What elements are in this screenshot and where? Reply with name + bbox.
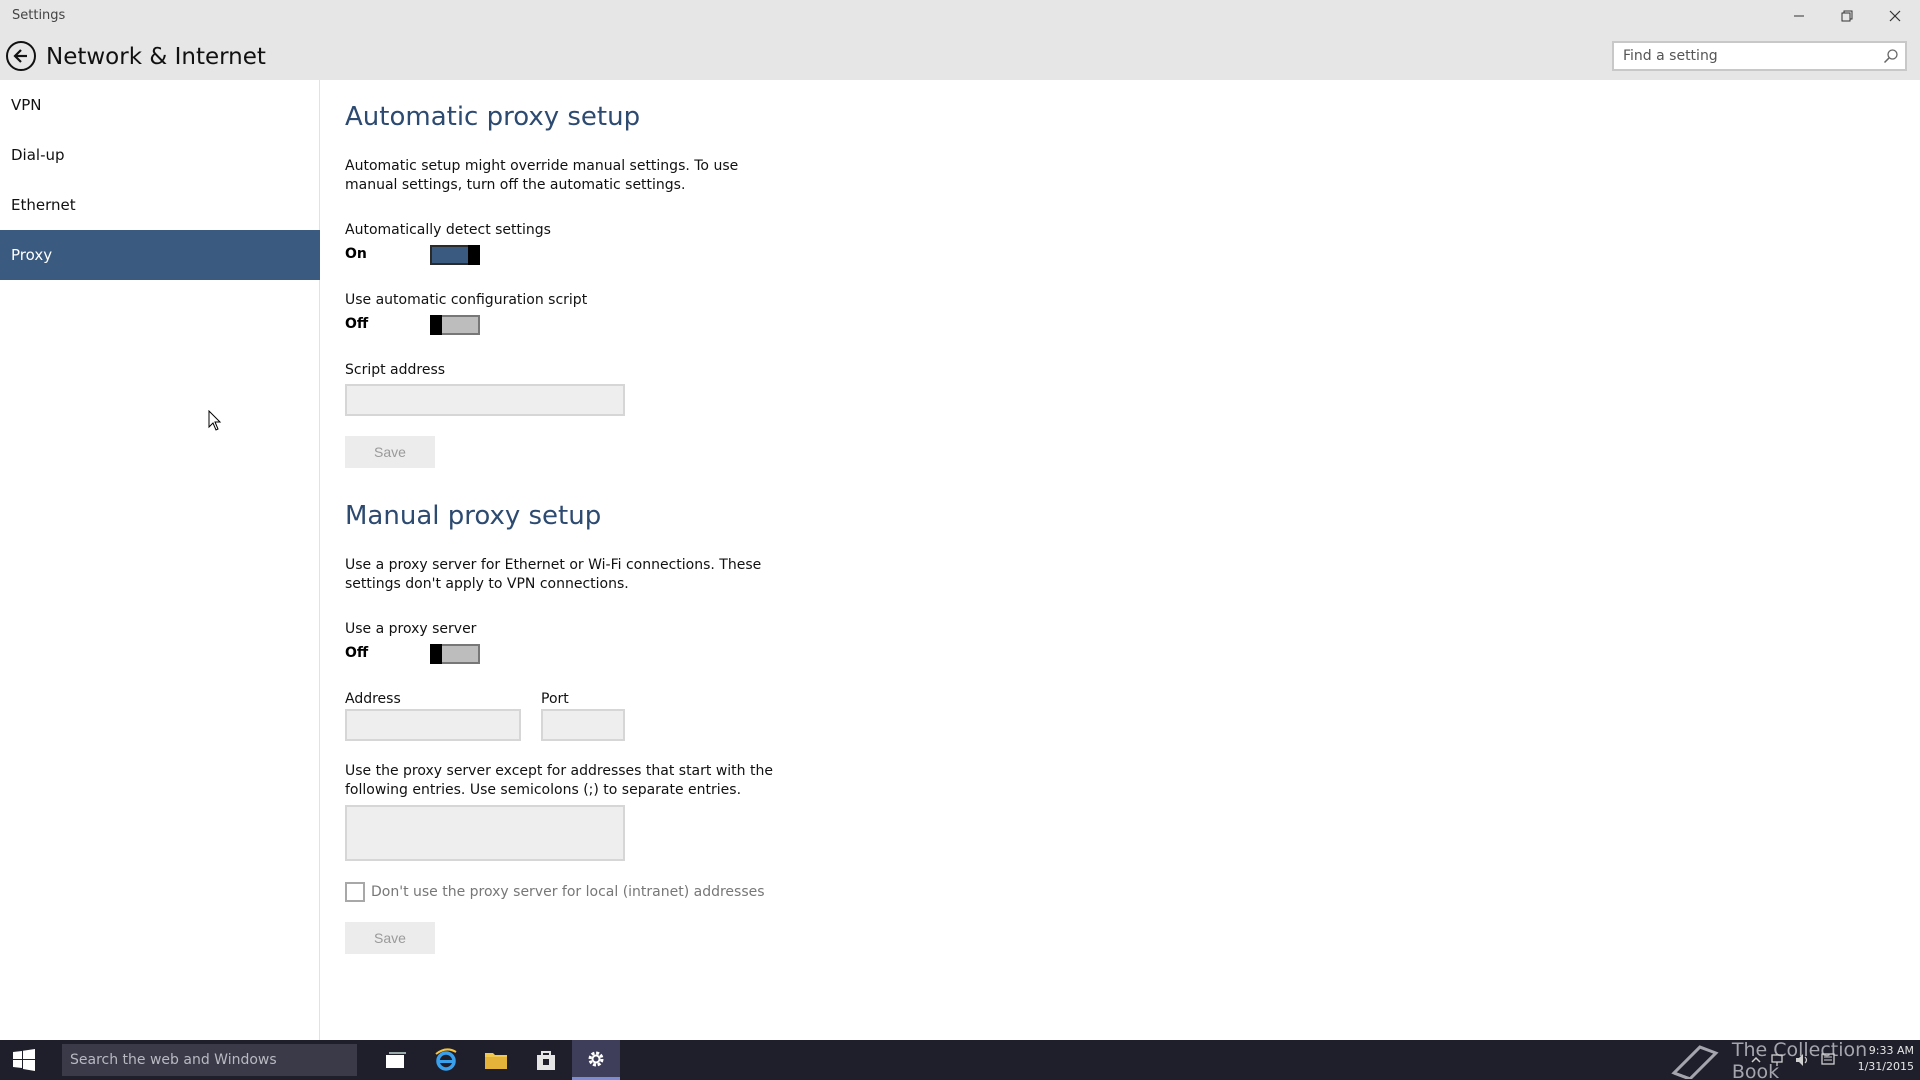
- toggle-knob: [430, 315, 442, 335]
- action-center-icon[interactable]: [1820, 1052, 1836, 1068]
- find-setting-search[interactable]: [1612, 41, 1907, 71]
- gear-icon: [588, 1051, 604, 1066]
- use-proxy-toggle[interactable]: [430, 644, 480, 664]
- sidebar-item-vpn[interactable]: VPN: [0, 80, 320, 130]
- find-setting-input[interactable]: [1614, 43, 1872, 69]
- config-script-state: Off: [345, 316, 369, 332]
- detect-settings-label: Automatically detect settings: [345, 222, 551, 238]
- internet-explorer-icon: [435, 1048, 457, 1071]
- automatic-proxy-heading: Automatic proxy setup: [345, 102, 641, 132]
- taskbar-search-input[interactable]: [62, 1044, 357, 1076]
- close-button[interactable]: [1872, 0, 1918, 32]
- page-title: Network & Internet: [46, 44, 266, 70]
- sidebar-item-proxy[interactable]: Proxy: [0, 230, 320, 280]
- address-field[interactable]: [345, 709, 521, 741]
- use-proxy-state: Off: [345, 645, 369, 661]
- back-arrow-icon: [13, 49, 27, 63]
- port-input[interactable]: [543, 711, 623, 739]
- toggle-knob: [468, 245, 480, 265]
- sidebar-item-label: VPN: [11, 96, 42, 114]
- network-icon[interactable]: [1770, 1052, 1786, 1068]
- detect-settings-toggle[interactable]: [430, 245, 480, 265]
- script-address-input[interactable]: [347, 386, 623, 414]
- file-explorer-button[interactable]: [472, 1040, 520, 1080]
- config-script-label: Use automatic configuration script: [345, 292, 588, 308]
- clock-time: 9:33 AM: [1868, 1044, 1914, 1057]
- script-address-label: Script address: [345, 362, 446, 378]
- minimize-icon: [1794, 15, 1804, 17]
- taskbar-clock[interactable]: 9:33 AM 1/31/2015: [1838, 1043, 1914, 1075]
- sidebar-item-label: Proxy: [11, 246, 53, 264]
- volume-icon[interactable]: [1794, 1052, 1810, 1068]
- folder-icon: [485, 1053, 507, 1069]
- manual-proxy-description: Use a proxy server for Ethernet or Wi-Fi…: [345, 557, 762, 592]
- header-bar: Network & Internet: [0, 32, 1920, 80]
- task-view-icon: [386, 1052, 406, 1068]
- port-label: Port: [541, 691, 569, 707]
- windows-logo-icon: [13, 1049, 35, 1071]
- exceptions-textarea[interactable]: [347, 807, 623, 859]
- sidebar-item-dial-up[interactable]: Dial-up: [0, 130, 320, 180]
- store-button[interactable]: [522, 1040, 570, 1080]
- sidebar-item-label: Ethernet: [11, 196, 76, 214]
- sidebar-item-ethernet[interactable]: Ethernet: [0, 180, 320, 230]
- restore-icon: [1841, 10, 1853, 22]
- exceptions-description: Use the proxy server except for addresse…: [345, 763, 773, 798]
- script-address-field[interactable]: [345, 384, 625, 416]
- exceptions-field[interactable]: [345, 805, 625, 861]
- manual-proxy-heading: Manual proxy setup: [345, 501, 602, 531]
- title-bar: Settings: [0, 0, 1920, 32]
- manual-save-button[interactable]: Save: [345, 922, 435, 954]
- config-script-toggle[interactable]: [430, 315, 480, 335]
- use-proxy-label: Use a proxy server: [345, 621, 477, 637]
- local-addresses-checkbox[interactable]: [345, 882, 365, 902]
- store-bag-icon: [537, 1051, 555, 1070]
- start-button[interactable]: [0, 1040, 48, 1080]
- task-view-button[interactable]: [372, 1040, 420, 1080]
- address-label: Address: [345, 691, 401, 707]
- close-icon: [1889, 10, 1901, 22]
- clock-date: 1/31/2015: [1857, 1060, 1914, 1073]
- mouse-cursor-icon: [208, 410, 222, 431]
- detect-settings-state: On: [345, 246, 367, 262]
- sidebar: VPN Dial-up Ethernet Proxy: [0, 80, 320, 1040]
- book-icon: [1671, 1045, 1719, 1079]
- minimize-button[interactable]: [1776, 0, 1822, 32]
- port-field[interactable]: [541, 709, 625, 741]
- automatic-save-button[interactable]: Save: [345, 436, 435, 468]
- toggle-knob: [430, 644, 442, 664]
- show-hidden-icons-icon[interactable]: [1748, 1052, 1764, 1068]
- internet-explorer-button[interactable]: [422, 1040, 470, 1080]
- address-input[interactable]: [347, 711, 519, 739]
- automatic-proxy-description: Automatic setup might override manual se…: [345, 158, 739, 193]
- restore-button[interactable]: [1824, 0, 1870, 32]
- app-title: Settings: [12, 8, 66, 23]
- sidebar-item-label: Dial-up: [11, 146, 65, 164]
- taskbar-search[interactable]: [62, 1044, 357, 1076]
- taskbar: The Collection Book 9:33 AM 1/31/2015: [0, 1039, 1920, 1080]
- search-icon[interactable]: [1883, 48, 1899, 64]
- local-addresses-label: Don't use the proxy server for local (in…: [371, 884, 765, 900]
- settings-taskbar-button[interactable]: [572, 1040, 620, 1080]
- back-button[interactable]: [6, 41, 36, 71]
